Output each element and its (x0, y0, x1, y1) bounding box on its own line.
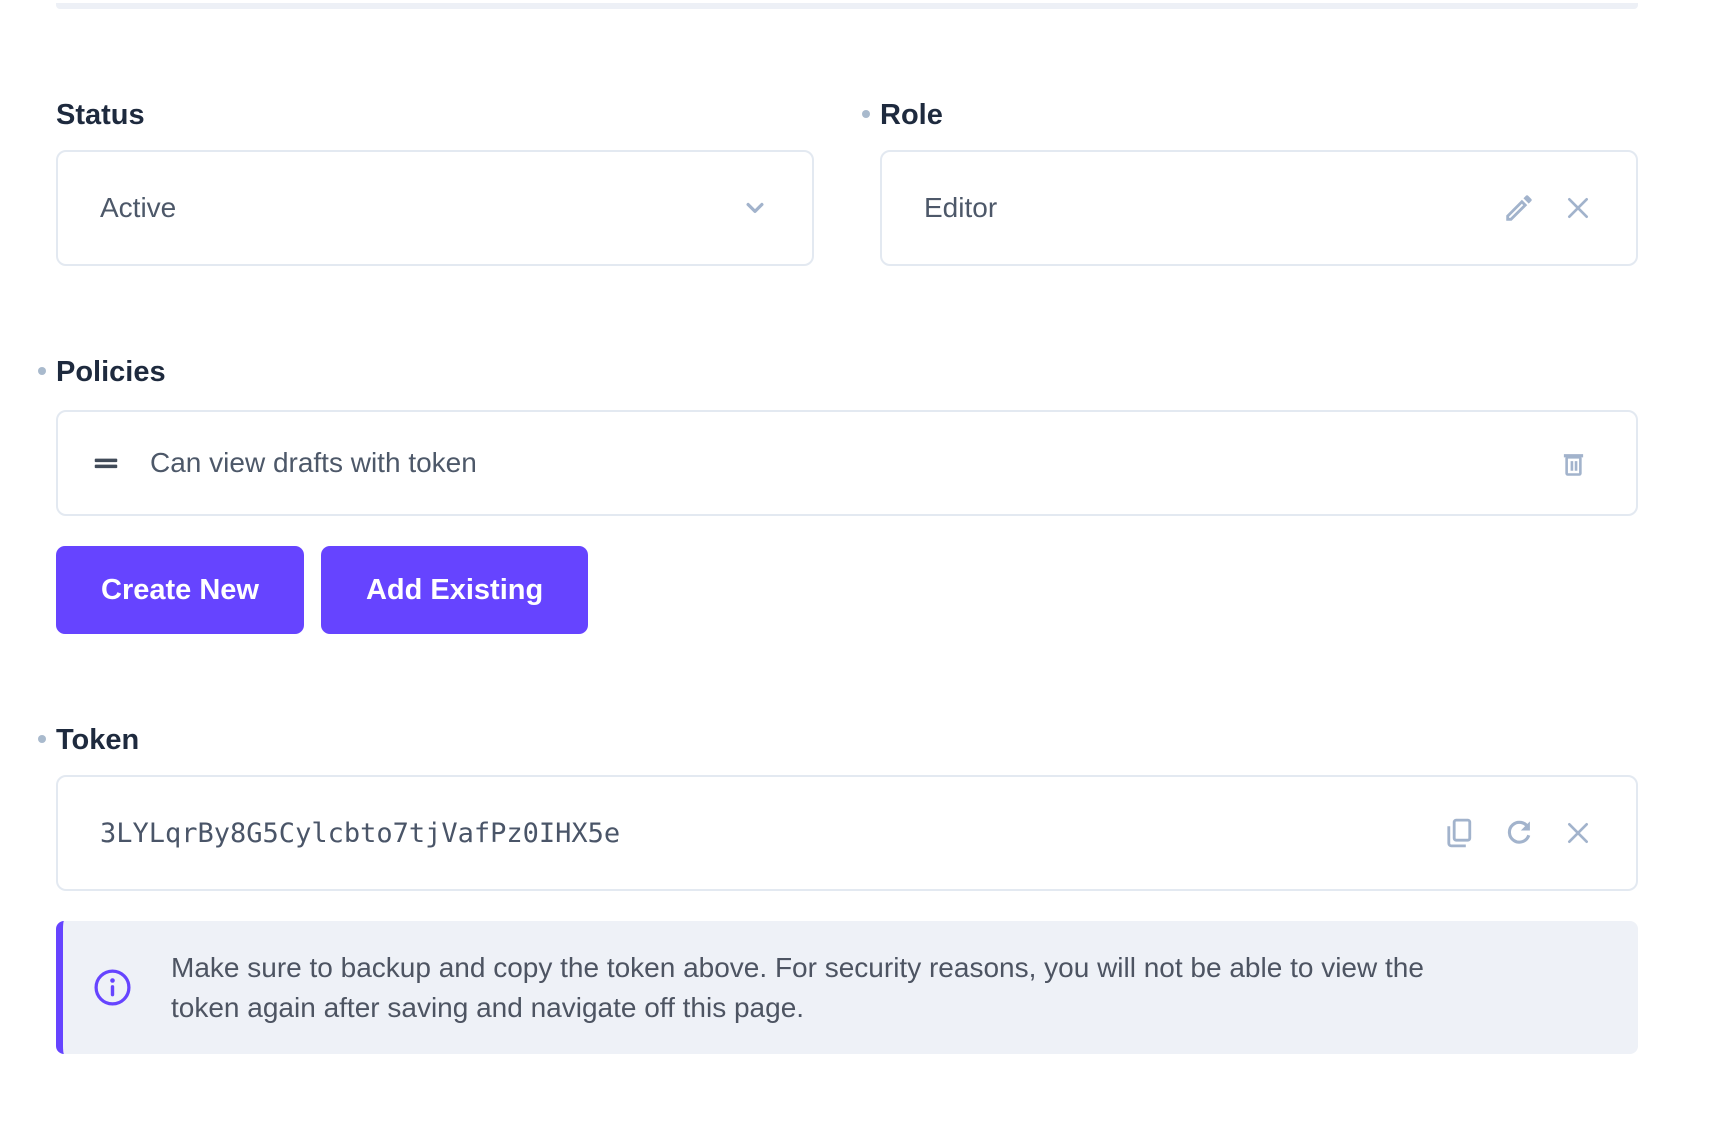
delete-icon[interactable] (1557, 447, 1590, 480)
status-field-group: Status Active (56, 9, 814, 266)
edit-icon[interactable] (1502, 191, 1536, 225)
drag-handle-icon[interactable] (88, 445, 124, 481)
role-field-actions (1502, 191, 1594, 225)
policies-label: Policies (56, 354, 1638, 390)
status-value: Active (100, 192, 740, 224)
token-notice-text: Make sure to backup and copy the token a… (171, 948, 1441, 1028)
token-field-actions (1442, 816, 1594, 850)
deselect-icon[interactable] (1562, 192, 1594, 224)
role-field-group: Role Editor (880, 9, 1638, 266)
status-label: Status (56, 97, 814, 133)
user-edit-form: Status Active Role Editor (0, 3, 1736, 1132)
refresh-icon[interactable] (1502, 816, 1536, 850)
role-label: Role (880, 97, 1638, 133)
clear-icon[interactable] (1562, 817, 1594, 849)
policies-actions: Create New Add Existing (56, 546, 1638, 634)
status-role-row: Status Active Role Editor (56, 9, 1638, 266)
info-icon (92, 967, 133, 1008)
status-select[interactable]: Active (56, 150, 814, 266)
token-value: 3LYLqrBy8G5Cylcbto7tjVafPz0IHX5e (100, 818, 1442, 849)
token-label: Token (56, 722, 1638, 758)
token-notice: Make sure to backup and copy the token a… (56, 921, 1638, 1054)
policy-item-title: Can view drafts with token (150, 447, 1557, 479)
role-field[interactable]: Editor (880, 150, 1638, 266)
token-field[interactable]: 3LYLqrBy8G5Cylcbto7tjVafPz0IHX5e (56, 775, 1638, 891)
copy-icon[interactable] (1442, 816, 1476, 850)
create-new-button[interactable]: Create New (56, 546, 304, 634)
add-existing-button[interactable]: Add Existing (321, 546, 588, 634)
policy-list-item[interactable]: Can view drafts with token (56, 410, 1638, 516)
role-value: Editor (924, 192, 1502, 224)
chevron-down-icon (740, 193, 770, 223)
